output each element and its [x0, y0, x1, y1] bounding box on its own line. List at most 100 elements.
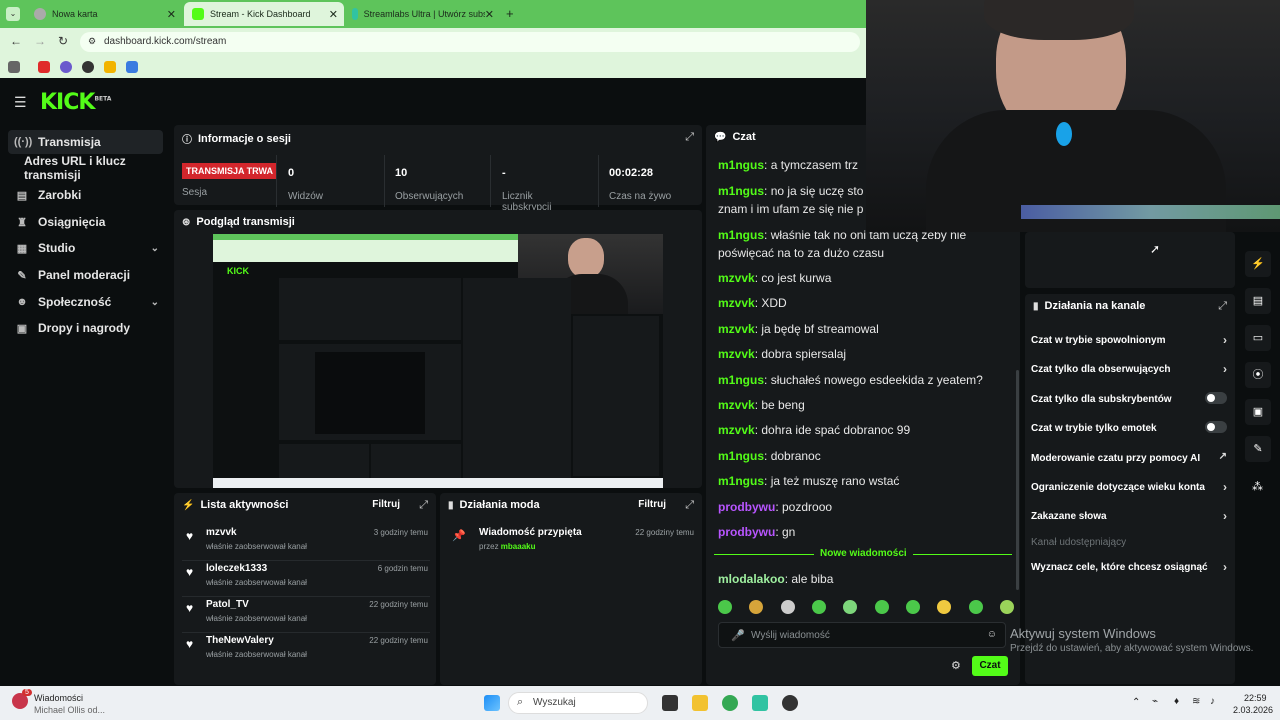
send-chat-button[interactable]: Czat [972, 656, 1008, 676]
window-icon[interactable]: ▣ [1245, 399, 1271, 425]
filter-button[interactable]: Filtruj [638, 499, 666, 510]
earnings-icon: ▤ [16, 189, 28, 202]
emote-icon[interactable] [937, 600, 952, 614]
ai-moderation-row[interactable]: Moderowanie czatu przy pomocy AI ↗ [1031, 451, 1227, 464]
windows-start-icon[interactable] [484, 695, 500, 711]
bolt-icon[interactable]: ⚡ [1245, 251, 1271, 277]
streamlabs-icon[interactable] [752, 695, 768, 711]
sidebar-item-panel-moderacji[interactable]: ✎ Panel moderacji [8, 263, 163, 287]
emote-icon[interactable] [843, 600, 858, 614]
emote-only-toggle[interactable] [1205, 421, 1227, 433]
new-tab-button[interactable]: + [506, 6, 514, 21]
community-icon: ☻ [16, 296, 28, 308]
youtube-icon[interactable] [38, 61, 50, 73]
chevron-up-icon[interactable]: ⌃ [1132, 697, 1140, 708]
emote-icon[interactable] [968, 600, 983, 614]
stream-preview-video[interactable]: KICK [213, 234, 663, 488]
tab-streamlabs[interactable]: Streamlabs Ultra | Utwórz subsk ✕ [344, 4, 500, 24]
clock-time[interactable]: 22:59 [1244, 693, 1267, 703]
webcam-overlay [866, 0, 1280, 232]
task-view-icon[interactable] [662, 695, 678, 711]
emote-icon[interactable] [874, 600, 889, 614]
threads-icon[interactable] [82, 61, 94, 73]
activation-watermark-title: Aktywuj system Windows [1010, 626, 1156, 641]
chat-bubble-icon[interactable]: ▭ [1245, 325, 1271, 351]
chevron-right-icon: › [1223, 480, 1227, 494]
volume-icon[interactable]: ♪ [1210, 696, 1215, 707]
chevron-right-icon: › [1223, 509, 1227, 523]
account-age-row[interactable]: Ograniczenie dotyczące wieku konta › [1031, 480, 1227, 494]
url-field[interactable]: ⚙ dashboard.kick.com/stream [80, 32, 860, 52]
set-goals-row[interactable]: Wyznacz cele, które chcesz osiągnąć › [1031, 560, 1227, 574]
taskbar-search-input[interactable]: ⌕ Wyszukaj [508, 692, 648, 714]
expand-icon[interactable]: ⤢ [685, 499, 694, 512]
emote-icon[interactable] [905, 600, 920, 614]
expand-icon[interactable]: ⤢ [419, 499, 428, 512]
notification-title[interactable]: Wiadomości [34, 693, 83, 703]
expand-icon[interactable]: ⤢ [1218, 300, 1227, 313]
mic-icon[interactable]: 🎤 [731, 629, 745, 642]
clock-date[interactable]: 2.03.2026 [1233, 705, 1273, 715]
close-icon[interactable]: ✕ [484, 7, 494, 21]
sidebar-item-studio[interactable]: ▦ Studio ⌄ [8, 236, 163, 260]
apps-icon[interactable] [8, 61, 20, 73]
bookmark-icon[interactable] [60, 61, 72, 73]
back-icon[interactable]: ← [10, 34, 22, 48]
close-icon[interactable]: ✕ [167, 8, 176, 21]
kick-logo[interactable]: KICKBETA [40, 90, 111, 115]
address-bar: ← → ↻ ⚙ dashboard.kick.com/stream [0, 28, 866, 56]
emoji-icon[interactable]: ☺ [987, 629, 997, 640]
expand-icon[interactable]: ⤢ [685, 131, 694, 144]
banned-words-row[interactable]: Zakazane słowa › [1031, 509, 1227, 523]
heart-icon: ♥ [186, 637, 194, 651]
clipboard-icon[interactable]: ▤ [1245, 288, 1271, 314]
messages-app-icon[interactable]: 5 [12, 689, 32, 709]
forward-icon[interactable]: → [34, 34, 46, 48]
menu-icon[interactable]: ☰ [14, 94, 27, 111]
wifi-icon[interactable]: ≋ [1192, 696, 1200, 707]
stream-preview-panel: ⊛ Podgląd transmisji KICK [174, 210, 702, 488]
reload-icon[interactable]: ↻ [58, 34, 68, 48]
microphone-icon[interactable]: ♦ [1174, 696, 1179, 707]
slow-mode-row[interactable]: Czat w trybie spowolnionym › [1031, 333, 1227, 347]
sidebar-item-dropy[interactable]: ▣ Dropy i nagrody [8, 316, 163, 340]
sidebar-item-transmisja[interactable]: ((·)) Transmisja [8, 130, 163, 154]
calendar-icon[interactable] [126, 61, 138, 73]
emote-icon[interactable] [811, 600, 826, 614]
network-icon[interactable]: ⌁ [1152, 696, 1158, 707]
followers-only-row[interactable]: Czat tylko dla obserwujących › [1031, 362, 1227, 376]
activation-watermark-subtitle: Przejdź do ustawień, aby aktywować syste… [1010, 643, 1254, 654]
wrench-icon[interactable]: ✎ [1245, 436, 1271, 462]
site-info-icon[interactable]: ⚙ [88, 36, 96, 47]
chat-message: prodbywu: pozdrooo [718, 500, 833, 514]
settings-gear-icon[interactable]: ⚙ [951, 659, 961, 672]
sidebar: ((·)) Transmisja Adres URL i klucz trans… [0, 122, 172, 686]
broadcast-icon[interactable]: ⦿ [1245, 362, 1271, 388]
emote-icon[interactable] [718, 600, 732, 614]
chat-message: m1ngus: słuchałeś nowego esdeekida z yea… [718, 373, 983, 387]
tab-search-icon[interactable]: ⌄ [6, 7, 20, 21]
obs-icon[interactable] [782, 695, 798, 711]
pin-icon: 📌 [452, 530, 466, 542]
microphone [1056, 122, 1072, 146]
emote-icon[interactable] [780, 600, 795, 614]
tab-new[interactable]: Nowa karta ✕ [26, 4, 182, 24]
share-icon[interactable]: ⁂ [1252, 480, 1263, 493]
tab-kick-dashboard[interactable]: Stream - Kick Dashboard ✕ [184, 2, 344, 26]
sidebar-item-zarobki[interactable]: ▤ Zarobki [8, 183, 163, 207]
file-explorer-icon[interactable] [692, 695, 708, 711]
drive-icon[interactable] [104, 61, 116, 73]
chat-icon: 💬 [714, 131, 727, 143]
close-icon[interactable]: ✕ [329, 8, 338, 21]
sidebar-item-osiagniecia[interactable]: ♜ Osiągnięcia [8, 210, 163, 234]
subscribers-only-toggle[interactable] [1205, 392, 1227, 404]
emote-icon[interactable] [999, 600, 1014, 614]
emote-icon[interactable] [749, 600, 764, 614]
list-item: ♥ loleczek1333 właśnie zaobserwował kana… [182, 561, 430, 597]
chrome-icon[interactable] [722, 695, 738, 711]
chat-message: mzvvk: XDD [718, 296, 787, 310]
filter-button[interactable]: Filtruj [372, 499, 400, 510]
sidebar-item-url-key[interactable]: Adres URL i klucz transmisji [18, 154, 173, 182]
chat-message-input[interactable]: 🎤 Wyślij wiadomość ☺ [718, 622, 1006, 648]
sidebar-item-spolecznosc[interactable]: ☻ Społeczność ⌄ [8, 290, 163, 314]
